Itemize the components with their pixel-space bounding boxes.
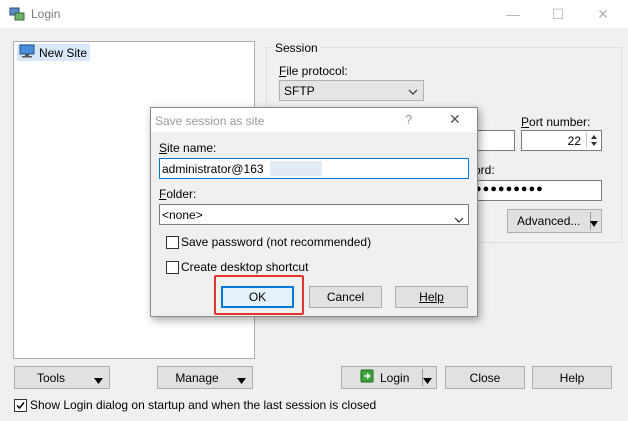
- file-protocol-value: SFTP: [284, 83, 315, 98]
- file-protocol-select[interactable]: SFTP: [279, 80, 424, 101]
- save-session-dialog: Save session as site ? ✕ Site name: admi…: [150, 107, 478, 317]
- show-login-dialog-checkbox[interactable]: [14, 398, 27, 412]
- cancel-button-label: Cancel: [326, 290, 365, 304]
- login-icon: [360, 369, 374, 386]
- dialog-title: Save session as site: [155, 114, 265, 128]
- caret-down-icon: [590, 217, 598, 231]
- winscp-app-icon: [9, 6, 25, 22]
- desktop-shortcut-label: Create desktop shortcut: [181, 260, 309, 274]
- port-number-value: 22: [567, 134, 581, 148]
- dialog-help-button-label: Help: [419, 290, 444, 304]
- help-icon[interactable]: ?: [405, 112, 412, 127]
- redacted-region: [270, 161, 322, 176]
- port-number-label: Port number:: [521, 115, 591, 129]
- dialog-title-bar: Save session as site ? ✕: [151, 108, 477, 132]
- save-password-checkbox[interactable]: [166, 235, 179, 249]
- chevron-down-icon: [454, 212, 464, 226]
- caret-down-icon: [237, 374, 246, 388]
- folder-label: Folder:: [159, 187, 197, 201]
- manage-button[interactable]: Manage: [157, 366, 253, 389]
- save-password-option[interactable]: Save password (not recommended): [166, 235, 371, 249]
- manage-button-label: Manage: [175, 370, 219, 385]
- close-icon[interactable]: ✕: [449, 111, 461, 128]
- desktop-shortcut-checkbox[interactable]: [166, 260, 179, 274]
- help-button-label: Help: [559, 370, 585, 385]
- dialog-help-button[interactable]: Help: [395, 286, 468, 308]
- password-mask: ●●●●●●●●●: [475, 183, 544, 195]
- advanced-button[interactable]: Advanced...: [507, 209, 602, 233]
- window-title: Login: [31, 7, 61, 21]
- monitor-icon: [19, 44, 35, 61]
- login-button-label: Login: [380, 370, 410, 385]
- show-login-dialog-option[interactable]: Show Login dialog on startup and when th…: [14, 398, 376, 412]
- minimize-icon[interactable]: —: [490, 0, 536, 28]
- close-button-label: Close: [469, 370, 501, 385]
- close-icon[interactable]: ✕: [580, 0, 626, 28]
- folder-select[interactable]: <none>: [159, 204, 469, 225]
- folder-value: <none>: [162, 208, 203, 222]
- tools-button-label: Tools: [36, 370, 65, 385]
- title-bar: Login — ☐ ✕: [0, 0, 628, 28]
- port-number-input[interactable]: 22: [521, 130, 602, 151]
- tree-item-label: New Site: [39, 45, 88, 60]
- show-login-dialog-label: Show Login dialog on startup and when th…: [30, 398, 377, 412]
- maximize-icon[interactable]: ☐: [535, 0, 581, 28]
- advanced-button-label: Advanced...: [517, 214, 581, 228]
- site-name-value: administrator@163: [162, 162, 264, 176]
- site-name-label: Site name:: [159, 141, 217, 155]
- tools-button[interactable]: Tools: [14, 366, 110, 389]
- chevron-down-icon: [408, 84, 418, 98]
- session-group-label: Session: [273, 41, 320, 55]
- login-button[interactable]: Login: [341, 366, 437, 389]
- help-button[interactable]: Help: [532, 366, 612, 389]
- port-spinner[interactable]: [586, 132, 600, 149]
- file-protocol-label: File protocol:: [279, 64, 348, 78]
- tree-item-new-site[interactable]: New Site: [17, 44, 91, 61]
- desktop-shortcut-option[interactable]: Create desktop shortcut: [166, 260, 308, 274]
- caret-down-icon: [423, 374, 432, 388]
- ok-button-highlight: [214, 275, 304, 315]
- cancel-button[interactable]: Cancel: [309, 286, 382, 308]
- site-name-input[interactable]: administrator@163: [159, 158, 469, 179]
- save-password-label: Save password (not recommended): [181, 235, 372, 249]
- caret-down-icon: [94, 374, 103, 388]
- close-button[interactable]: Close: [445, 366, 525, 389]
